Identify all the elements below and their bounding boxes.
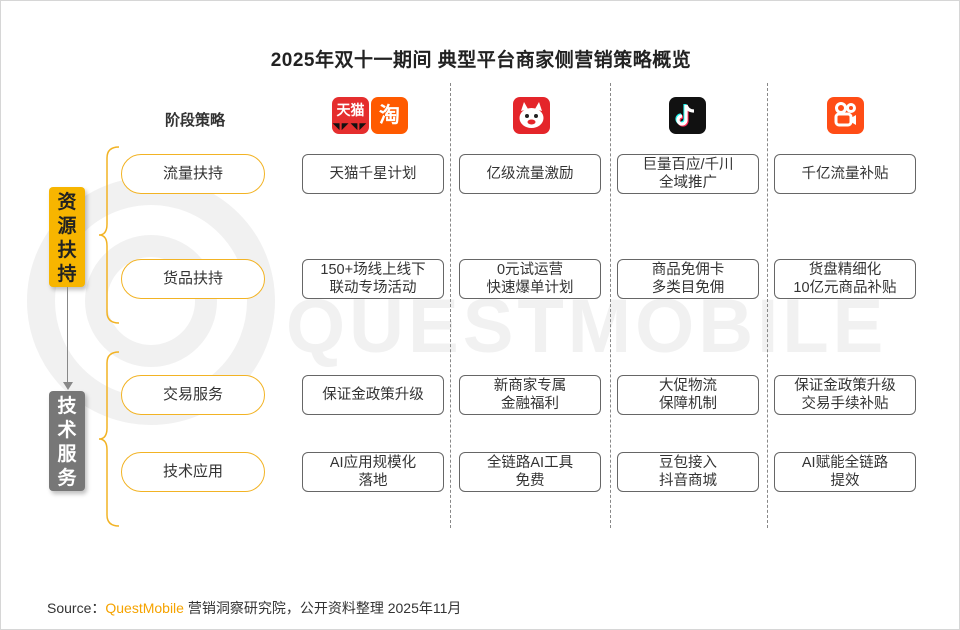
brand-name: QuestMobile (105, 600, 184, 616)
strategy-cell: 天猫千星计划 (302, 154, 444, 194)
flow-arrow-line (67, 287, 68, 385)
strategy-cell: 巨量百应/千川 全域推广 (617, 154, 759, 194)
slide: QUESTMOBILE 2025年双十一期间 典型平台商家侧营销策略概览 阶段策… (0, 0, 960, 630)
strategy-cell: 亿级流量激励 (459, 154, 601, 194)
tmall-icon: 天猫 ◥◤◥◤ (332, 97, 369, 134)
arrow-down-icon (63, 382, 73, 390)
strategy-cell: 150+场线上线下 联动专场活动 (302, 259, 444, 299)
page-title: 2025年双十一期间 典型平台商家侧营销策略概览 (270, 50, 692, 71)
tech-brace (98, 351, 120, 527)
strategy-cell: 0元试运营 快速爆单计划 (459, 259, 601, 299)
strategy-cell: AI应用规模化 落地 (302, 452, 444, 492)
category-tech-application: 技术应用 (121, 452, 265, 492)
strategy-cell: 货盘精细化 10亿元商品补贴 (774, 259, 916, 299)
kuaishou-icon (827, 97, 864, 134)
resource-support-tag: 资 源 扶 持 (49, 187, 85, 287)
strategy-cell: 全链路AI工具 免费 (459, 452, 601, 492)
column-separator (767, 83, 768, 528)
category-transaction-service: 交易服务 (121, 375, 265, 415)
tmall-logo-text: 天猫 (336, 102, 365, 118)
douyin-icon (669, 97, 706, 134)
strategy-cell: 大促物流 保障机制 (617, 375, 759, 415)
strategy-cell: 保证金政策升级 交易手续补贴 (774, 375, 916, 415)
category-goods-support: 货品扶持 (121, 259, 265, 299)
source-note: Source：QuestMobile 营销洞察研究院，公开资料整理 2025年1… (47, 600, 462, 616)
taobao-icon: 淘 (371, 97, 408, 134)
strategy-cell: AI赋能全链路 提效 (774, 452, 916, 492)
column-separator (610, 83, 611, 528)
strategy-cell: 商品免佣卡 多类目免佣 (617, 259, 759, 299)
category-traffic-support: 流量扶持 (121, 154, 265, 194)
strategy-cell: 新商家专属 金融福利 (459, 375, 601, 415)
strategy-cell: 豆包接入 抖音商城 (617, 452, 759, 492)
stage-strategy-header: 阶段策略 (165, 112, 226, 129)
strategy-cell: 保证金政策升级 (302, 375, 444, 415)
jd-icon (513, 97, 550, 134)
tech-service-tag: 技 术 服 务 (49, 391, 85, 491)
strategy-cell: 千亿流量补贴 (774, 154, 916, 194)
column-separator (450, 83, 451, 528)
